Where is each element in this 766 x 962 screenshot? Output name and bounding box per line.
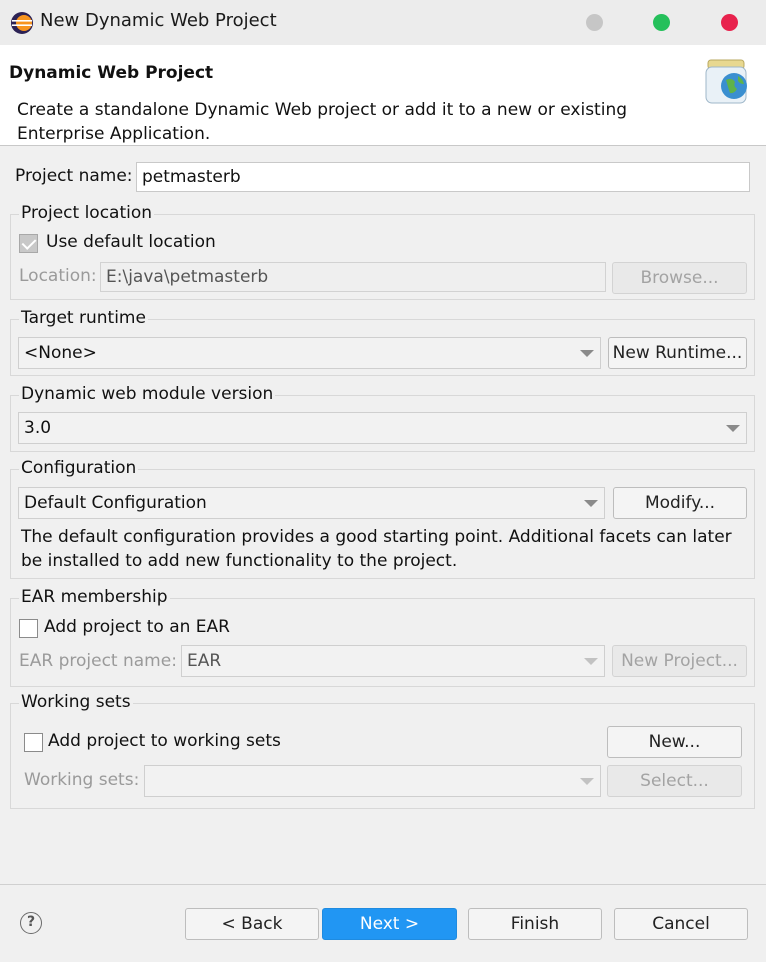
modify-button[interactable]: Modify... <box>613 487 747 519</box>
module-version-select[interactable]: 3.0 <box>18 412 747 444</box>
ear-project-value: EAR <box>187 651 222 671</box>
new-runtime-button[interactable]: New Runtime... <box>608 337 747 369</box>
minimize-button[interactable] <box>586 14 603 31</box>
use-default-location-label: Use default location <box>46 232 216 252</box>
working-sets-select[interactable] <box>144 765 601 797</box>
chevron-down-icon <box>578 488 604 518</box>
add-to-ear-label: Add project to an EAR <box>44 617 230 637</box>
ear-project-name-label: EAR project name: <box>19 651 177 671</box>
add-to-ear-checkbox[interactable] <box>19 619 38 638</box>
ear-membership-group-label: EAR membership <box>19 587 170 607</box>
chevron-down-icon <box>574 338 600 368</box>
ear-project-select[interactable]: EAR <box>181 645 605 677</box>
add-to-working-sets-label: Add project to working sets <box>48 731 281 751</box>
browse-button[interactable]: Browse... <box>612 262 747 294</box>
new-project-button[interactable]: New Project... <box>612 645 747 677</box>
target-runtime-value: <None> <box>24 343 97 363</box>
project-name-label: Project name: <box>15 166 133 186</box>
eclipse-icon <box>11 12 33 34</box>
page-description: Create a standalone Dynamic Web project … <box>17 100 628 144</box>
help-icon[interactable]: ? <box>20 912 42 934</box>
module-version-value: 3.0 <box>24 418 52 438</box>
location-input[interactable]: E:\java\petmasterb <box>100 262 606 292</box>
configuration-select[interactable]: Default Configuration <box>18 487 605 519</box>
location-label: Location: <box>19 266 97 286</box>
configuration-group-label: Configuration <box>19 458 139 478</box>
web-project-jar-icon <box>705 59 747 104</box>
new-working-set-button[interactable]: New... <box>607 726 742 758</box>
target-runtime-select[interactable]: <None> <box>18 337 601 369</box>
working-sets-label: Working sets: <box>24 770 140 790</box>
page-title: Dynamic Web Project <box>9 63 214 83</box>
chevron-down-icon <box>574 766 600 796</box>
footer-separator <box>0 884 766 885</box>
module-version-group-label: Dynamic web module version <box>19 384 276 404</box>
project-name-input[interactable]: petmasterb <box>136 162 750 192</box>
next-button[interactable]: Next > <box>322 908 457 940</box>
select-working-sets-button[interactable]: Select... <box>607 765 742 797</box>
chevron-down-icon <box>578 646 604 676</box>
working-sets-group-label: Working sets <box>19 692 133 712</box>
close-button[interactable] <box>721 14 738 31</box>
configuration-value: Default Configuration <box>24 493 207 513</box>
add-to-working-sets-checkbox[interactable] <box>24 733 43 752</box>
target-runtime-group-label: Target runtime <box>19 308 148 328</box>
window-title: New Dynamic Web Project <box>40 10 277 31</box>
project-location-group-label: Project location <box>19 203 155 223</box>
finish-button[interactable]: Finish <box>468 908 602 940</box>
maximize-button[interactable] <box>653 14 670 31</box>
chevron-down-icon <box>720 413 746 443</box>
configuration-description: The default configuration provides a goo… <box>21 527 732 571</box>
back-button[interactable]: < Back <box>185 908 319 940</box>
use-default-location-checkbox[interactable] <box>19 234 38 253</box>
cancel-button[interactable]: Cancel <box>614 908 748 940</box>
